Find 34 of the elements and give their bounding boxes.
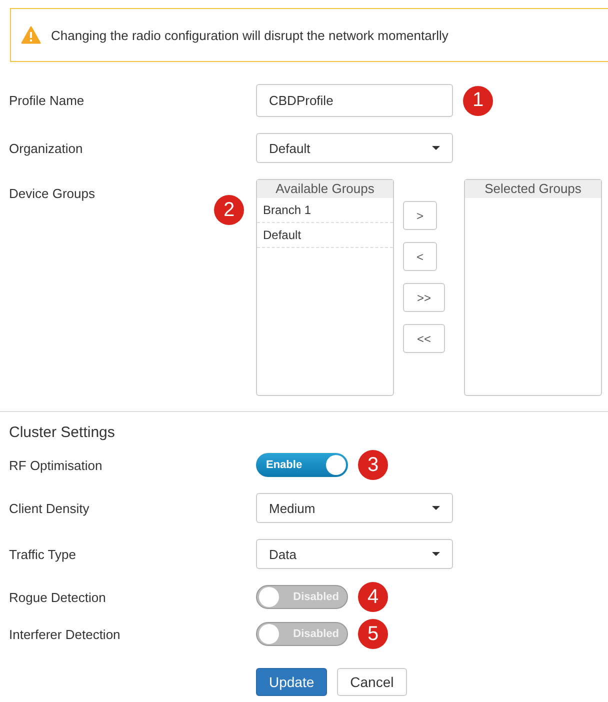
- field-label: RF Optimisation: [8, 458, 104, 472]
- move-button[interactable]: >>: [403, 283, 445, 312]
- cancel-button[interactable]: Cancel: [337, 668, 407, 696]
- move-button[interactable]: <<: [403, 324, 445, 353]
- field-label: Interferer Detection: [8, 626, 122, 642]
- dropdown[interactable]: Default: [256, 133, 453, 163]
- field-label: Organization: [8, 140, 84, 156]
- move-button[interactable]: >: [403, 201, 437, 230]
- field-label: Profile Name: [8, 93, 86, 108]
- list-header: Selected Groups: [465, 180, 601, 198]
- move-button[interactable]: <: [403, 242, 437, 271]
- list-header: Available Groups: [257, 180, 393, 198]
- number-badge: 4: [358, 582, 388, 612]
- number-badge: 1: [463, 86, 493, 116]
- number-badge: 5: [358, 619, 388, 649]
- caret-icon: [432, 552, 440, 556]
- update-button[interactable]: Update: [256, 668, 328, 696]
- section-title: Cluster Settings: [8, 424, 116, 441]
- dropdown[interactable]: Medium: [256, 493, 453, 523]
- dropdown[interactable]: Data: [256, 539, 453, 569]
- toggle-switch[interactable]: Enable: [256, 453, 348, 477]
- number-badge: 2: [214, 195, 244, 225]
- field-label: Device Groups: [8, 185, 96, 201]
- field-label: Client Density: [8, 500, 90, 516]
- field-label: Traffic Type: [8, 546, 77, 562]
- warning-icon: [21, 26, 41, 44]
- list-item[interactable]: Branch 1: [257, 198, 393, 223]
- caret-icon: [432, 146, 440, 150]
- list-item[interactable]: Default: [257, 223, 393, 248]
- text-field[interactable]: CBDProfile: [256, 84, 453, 117]
- warning-text: Changing the radio configuration will disrupt the network momentarlly: [51, 28, 448, 42]
- number-badge: 3: [358, 450, 388, 480]
- field-label: Rogue Detection: [8, 590, 107, 604]
- caret-icon: [432, 506, 440, 510]
